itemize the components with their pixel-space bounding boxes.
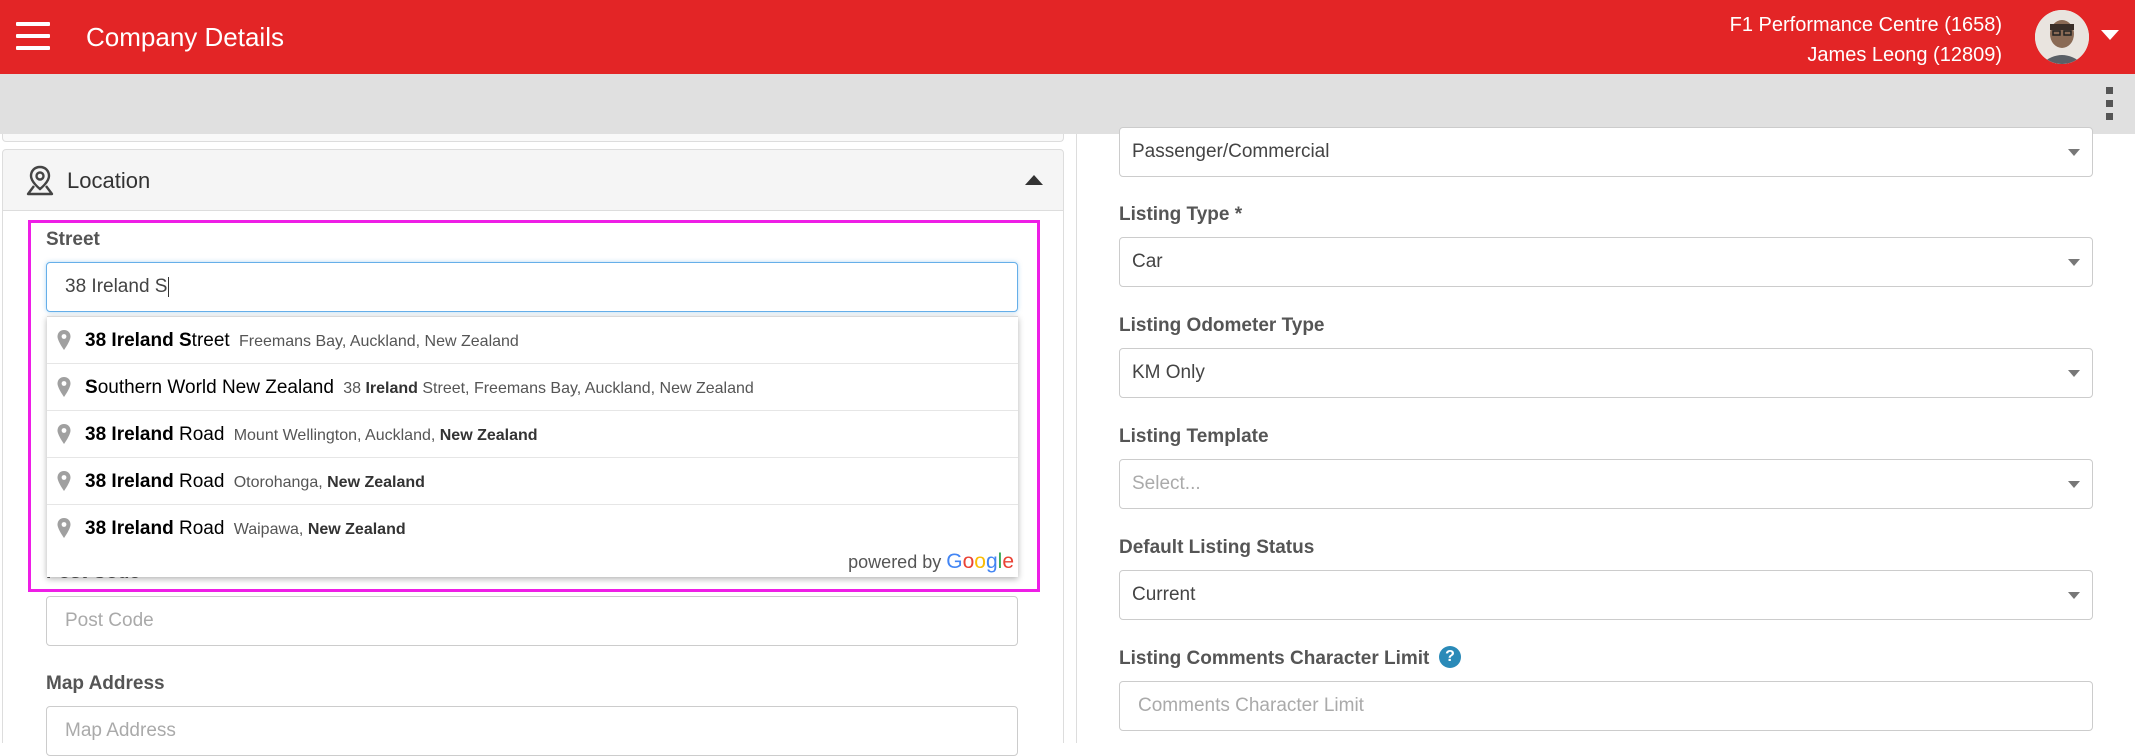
comments-limit-input[interactable]: Comments Character Limit xyxy=(1119,681,2093,731)
vehicle-category-select[interactable]: Passenger/Commercial xyxy=(1119,127,2093,177)
post-code-placeholder: Post Code xyxy=(65,610,154,631)
dropdown-arrow-icon xyxy=(2068,592,2080,599)
previous-section-edge xyxy=(2,134,1064,142)
dropdown-arrow-icon xyxy=(2068,481,2080,488)
listing-template-label: Listing Template xyxy=(1119,426,1269,447)
listing-type-label: Listing Type * xyxy=(1119,204,1243,225)
odometer-type-label: Listing Odometer Type xyxy=(1119,315,1325,336)
listing-type-value: Car xyxy=(1132,251,1163,272)
page-title: Company Details xyxy=(86,22,284,52)
app-header: Company Details F1 Performance Centre (1… xyxy=(0,0,2135,74)
odometer-type-value: KM Only xyxy=(1132,362,1205,383)
listing-template-select[interactable]: Select... xyxy=(1119,459,2093,509)
map-address-label: Map Address xyxy=(46,673,165,694)
default-status-value: Current xyxy=(1132,584,1196,605)
post-code-input[interactable]: Post Code xyxy=(46,596,1018,646)
avatar[interactable] xyxy=(2035,10,2089,64)
user-name: James Leong (12809) xyxy=(1807,44,2002,66)
user-info: F1 Performance Centre (1658) James Leong… xyxy=(1730,10,2002,70)
map-address-input[interactable]: Map Address xyxy=(46,706,1018,756)
collapse-chevron-up-icon[interactable] xyxy=(1025,175,1043,185)
map-address-placeholder: Map Address xyxy=(65,720,176,741)
company-name: F1 Performance Centre (1658) xyxy=(1729,14,2002,36)
listing-template-placeholder: Select... xyxy=(1132,473,1201,494)
listing-type-select[interactable]: Car xyxy=(1119,237,2093,287)
menu-icon[interactable] xyxy=(16,22,50,50)
toolbar xyxy=(0,74,2135,134)
location-section-header[interactable]: Location xyxy=(2,149,1064,211)
user-menu-chevron-down-icon[interactable] xyxy=(2101,30,2119,40)
location-pin-icon xyxy=(26,165,54,196)
dropdown-arrow-icon xyxy=(2068,149,2080,156)
vehicle-category-value: Passenger/Commercial xyxy=(1132,141,1330,162)
help-icon[interactable]: ? xyxy=(1439,646,1461,668)
highlight-annotation xyxy=(28,220,1040,592)
comments-limit-label: Listing Comments Character Limit xyxy=(1119,648,1430,669)
dropdown-arrow-icon xyxy=(2068,259,2080,266)
odometer-type-select[interactable]: KM Only xyxy=(1119,348,2093,398)
default-status-label: Default Listing Status xyxy=(1119,537,1315,558)
location-section-title: Location xyxy=(67,168,151,193)
more-options-icon[interactable] xyxy=(2104,87,2114,121)
dropdown-arrow-icon xyxy=(2068,370,2080,377)
default-status-select[interactable]: Current xyxy=(1119,570,2093,620)
comments-limit-placeholder: Comments Character Limit xyxy=(1138,695,1364,716)
